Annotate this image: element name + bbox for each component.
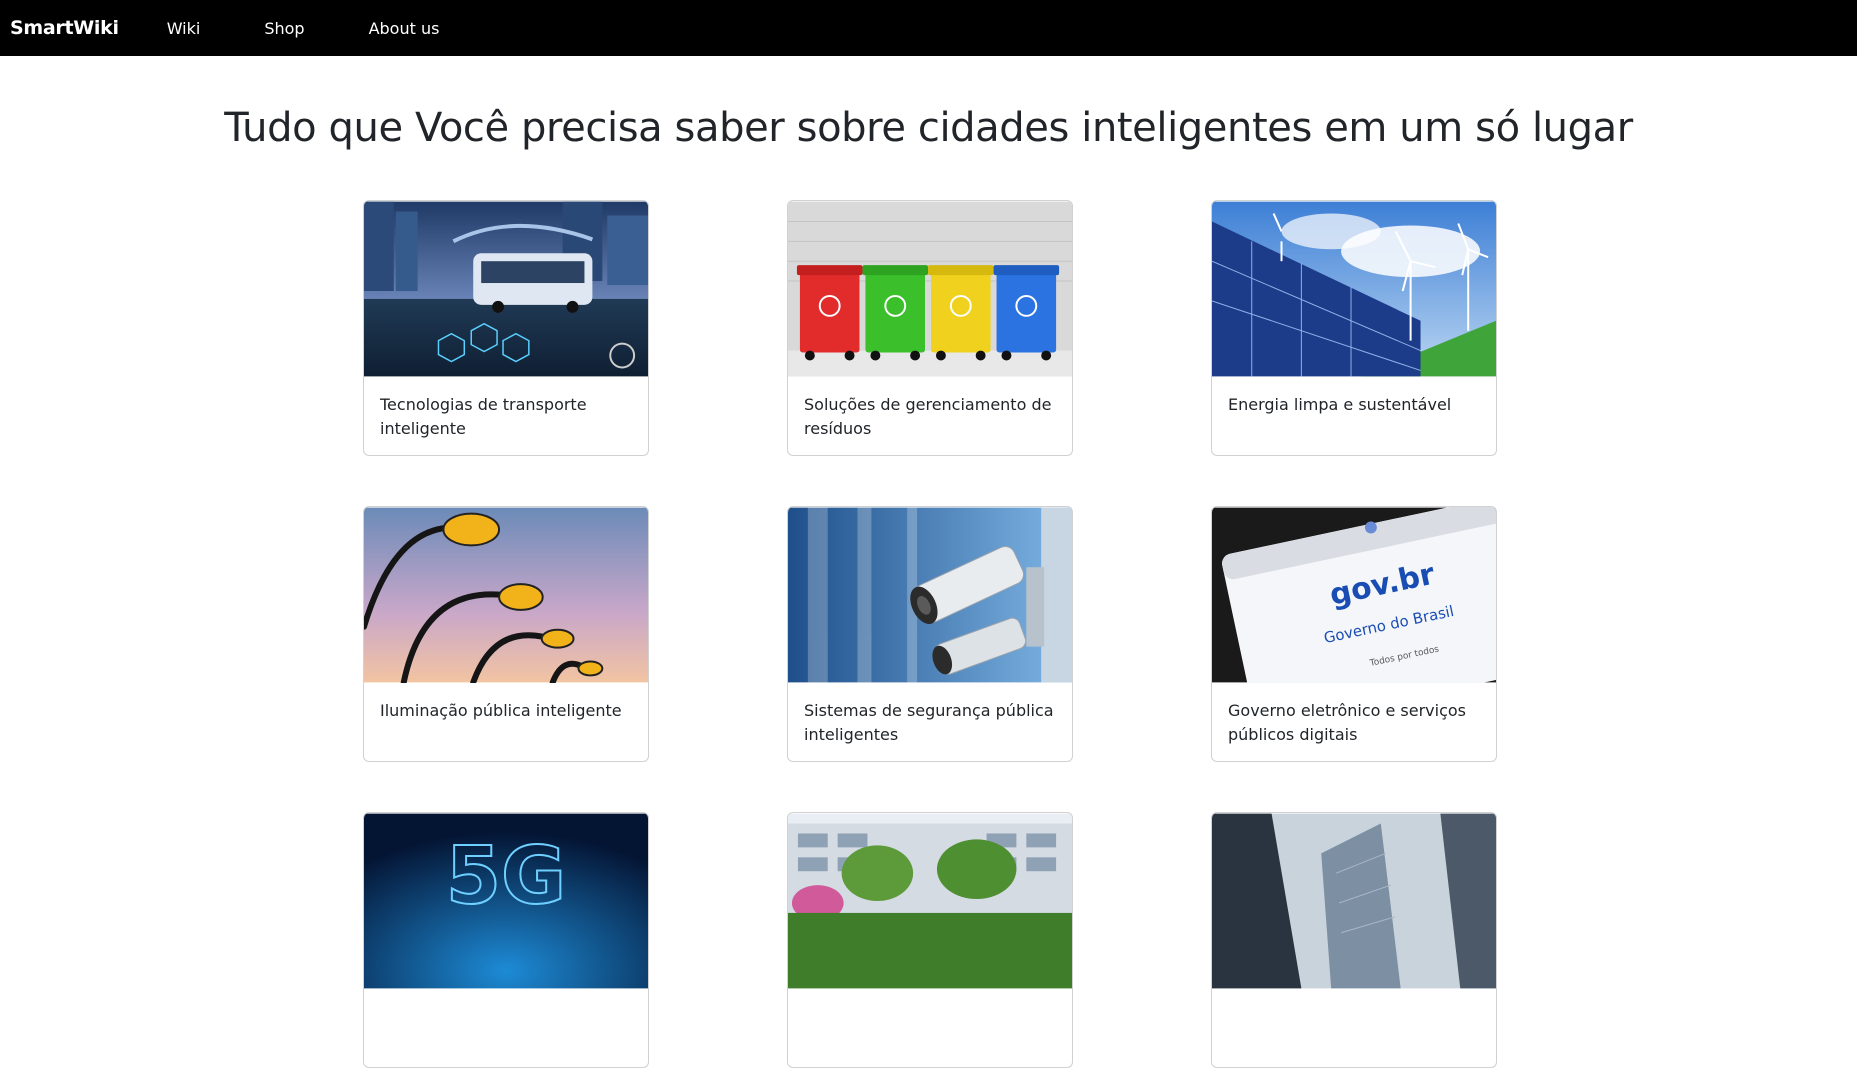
card-waste-management[interactable]: Soluções de gerenciamento de resíduos [787,200,1073,456]
recycling-bins-image [788,201,1072,377]
topic-card-grid: Tecnologias de transporte inteligente So… [363,200,1497,1068]
smart-transport-image [364,201,648,377]
card-clean-energy[interactable]: Energia limpa e sustentável [1211,200,1497,456]
card-title: Iluminação pública inteligente [380,701,622,720]
street-lamps-image [364,507,648,683]
nav-link-about[interactable]: About us [369,19,440,38]
security-camera-image [788,507,1072,683]
card-smart-lighting[interactable]: Iluminação pública inteligente [363,506,649,762]
solar-wind-image [1212,201,1496,377]
card-title: Sistemas de segurança pública inteligent… [804,701,1054,744]
card-title: Energia limpa e sustentável [1228,395,1452,414]
card-title [364,989,648,1021]
brand-logo[interactable]: SmartWiki [10,17,119,39]
card-green-building[interactable] [787,812,1073,1068]
card-title: Governo eletrônico e serviços públicos d… [1228,701,1467,744]
green-building-image [788,813,1072,989]
card-e-government[interactable]: gov.br Governo do Brasil Todos por todos… [1211,506,1497,762]
card-skyscrapers[interactable] [1211,812,1497,1068]
card-title: Soluções de gerenciamento de resíduos [804,395,1052,438]
card-title: Tecnologias de transporte inteligente [380,395,587,438]
5g-label-text: 5G [446,829,566,922]
page-title: Tudo que Você precisa saber sobre cidade… [224,105,1633,151]
nav-link-wiki[interactable]: Wiki [167,19,201,38]
5g-network-image: 5G [364,813,648,989]
card-5g[interactable]: 5G [363,812,649,1068]
card-public-security[interactable]: Sistemas de segurança pública inteligent… [787,506,1073,762]
govbr-screen-image: gov.br Governo do Brasil Todos por todos [1212,507,1496,683]
card-title [788,989,1072,1021]
skyscrapers-image [1212,813,1496,989]
nav-link-shop[interactable]: Shop [264,19,304,38]
card-smart-transport[interactable]: Tecnologias de transporte inteligente [363,200,649,456]
top-navbar: SmartWiki Wiki Shop About us [0,0,1857,56]
card-title [1212,989,1496,1021]
